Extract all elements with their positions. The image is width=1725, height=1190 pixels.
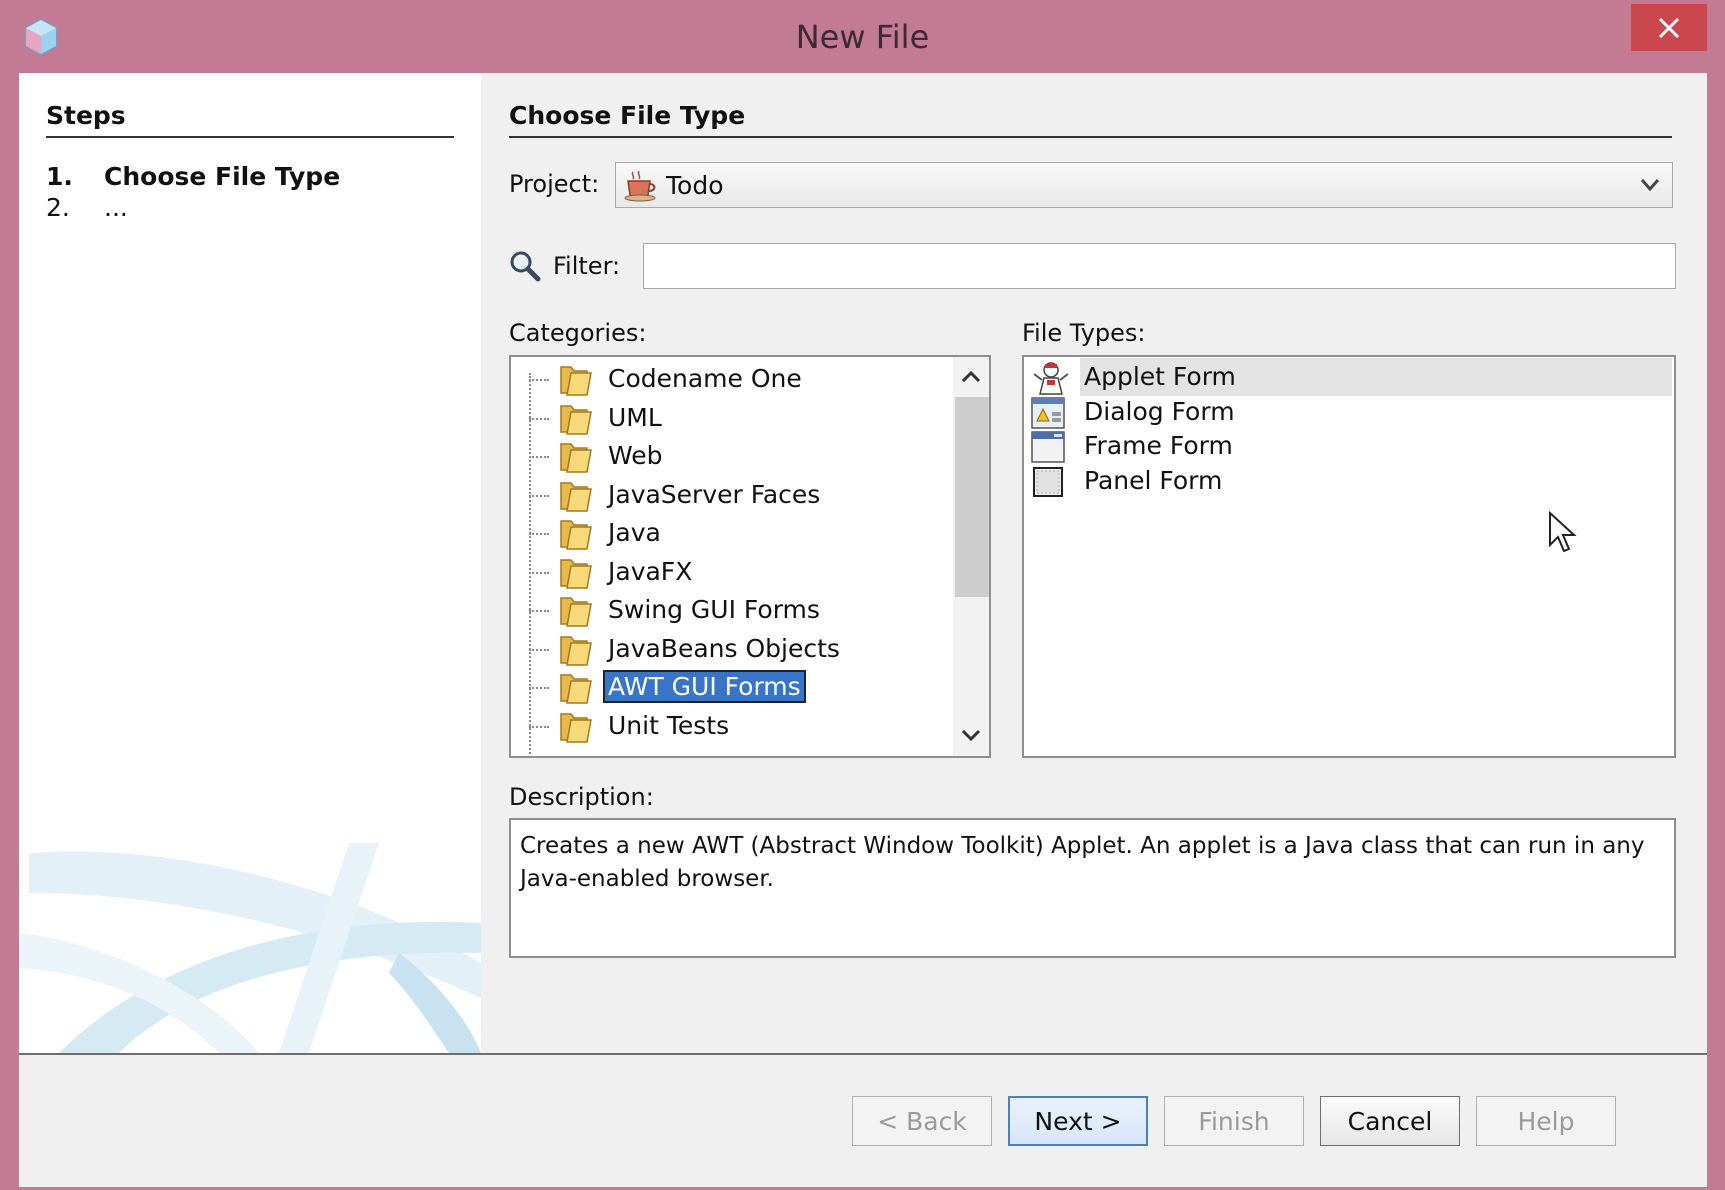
category-label: JavaFX [608, 556, 693, 586]
category-item[interactable]: JavaBeans Objects [511, 628, 951, 670]
window-title: New File [795, 18, 930, 56]
category-label: Unit Tests [608, 710, 730, 740]
file-type-item[interactable]: Applet Form [1026, 358, 1672, 396]
panel-icon [1028, 464, 1074, 504]
button-bar-divider [19, 1053, 1707, 1055]
category-item[interactable]: Java [511, 512, 951, 554]
tree-connector [529, 571, 549, 574]
category-item[interactable]: UML [511, 397, 951, 439]
cancel-button[interactable]: Cancel [1320, 1096, 1460, 1146]
category-item[interactable]: Swing GUI Forms [511, 589, 951, 631]
file-types-list[interactable]: Applet Form Dialog Form Frame Form Panel Fo… [1022, 355, 1676, 758]
project-dropdown[interactable]: Todo [615, 162, 1673, 208]
file-type-label: Frame Form [1084, 431, 1233, 460]
description-text: Creates a new AWT (Abstract Window Toolk… [509, 818, 1676, 958]
file-type-item[interactable]: Dialog Form [1026, 393, 1672, 431]
chevron-down-icon[interactable] [959, 723, 983, 747]
folder-icon [557, 438, 597, 478]
category-item[interactable]: AWT GUI Forms [511, 666, 951, 708]
category-label: Codename One [608, 364, 802, 393]
finish-button[interactable]: Finish [1164, 1096, 1304, 1146]
file-type-label: Dialog Form [1084, 396, 1235, 426]
category-item[interactable]: Codename One [511, 358, 951, 400]
chevron-down-icon [1640, 179, 1660, 192]
file-type-label: Panel Form [1084, 465, 1223, 495]
main-panel: Choose File Type Project: Todo Filter: C… [481, 73, 1707, 1053]
category-item[interactable]: Web [511, 435, 951, 477]
close-button[interactable] [1631, 4, 1707, 51]
project-value: Todo [666, 171, 724, 200]
file-types-label: File Types: [1022, 319, 1146, 347]
tree-connector [529, 648, 549, 651]
tree-connector [529, 610, 549, 612]
close-icon [1658, 17, 1680, 38]
title-bar: New File [0, 0, 1725, 72]
categories-label: Categories: [509, 319, 647, 347]
category-label: JavaServer Faces [608, 479, 821, 509]
folder-icon [557, 631, 597, 671]
step-number: 2. [46, 193, 70, 222]
dropdown-arrow[interactable] [1628, 163, 1672, 207]
coffee-cup-icon [624, 170, 656, 202]
page-title: Choose File Type [509, 101, 1672, 138]
step-label: Choose File Type [104, 162, 341, 191]
category-label: Web [608, 441, 663, 470]
tree-connector [529, 456, 549, 458]
scrollbar-thumb[interactable] [955, 397, 989, 597]
filter-input[interactable] [643, 243, 1676, 289]
tree-connector [529, 687, 549, 689]
step-1: 1. Choose File Type [46, 162, 340, 191]
file-type-item[interactable]: Panel Form [1026, 462, 1672, 500]
step-label: ... [104, 193, 128, 222]
category-label: JavaBeans Objects [608, 633, 840, 663]
new-file-dialog: New File Steps 1. Choose File Type 2.... … [0, 0, 1725, 1190]
steps-panel: Steps 1. Choose File Type 2.... [19, 73, 481, 1053]
category-label: Swing GUI Forms [608, 595, 820, 624]
folder-icon [557, 592, 597, 632]
search-icon [510, 251, 541, 282]
tree-connector [529, 725, 549, 728]
project-label: Project: [509, 170, 600, 198]
next-button[interactable]: Next > [1008, 1096, 1148, 1146]
mouse-cursor-icon [1549, 511, 1577, 553]
category-label: AWT GUI Forms [603, 670, 806, 703]
categories-tree[interactable]: Codename One UML Web JavaServer Faces Java Ja… [509, 355, 991, 758]
dialog-body: Steps 1. Choose File Type 2.... Choose Fi… [19, 73, 1707, 1187]
file-type-item[interactable]: Frame Form [1026, 427, 1672, 465]
help-button[interactable]: Help [1476, 1096, 1616, 1146]
tree-connector [529, 379, 549, 381]
filter-label: Filter: [553, 252, 621, 280]
description-label: Description: [509, 783, 654, 811]
folder-icon [557, 515, 597, 555]
category-item[interactable]: JavaServer Faces [511, 474, 951, 516]
chevron-up-icon[interactable] [959, 365, 983, 389]
categories-scrollbar[interactable] [953, 357, 989, 756]
category-label: UML [608, 402, 662, 432]
back-button[interactable]: < Back [852, 1096, 992, 1146]
folder-icon [557, 361, 597, 401]
file-type-label: Applet Form [1080, 358, 1672, 396]
category-item[interactable]: JavaFX [511, 551, 951, 593]
folder-icon [557, 554, 597, 594]
decorative-swoosh [19, 843, 481, 1053]
step-2: 2.... [46, 193, 128, 222]
folder-icon [557, 477, 597, 517]
category-label: Java [608, 518, 661, 547]
tree-connector [529, 533, 549, 535]
tree-connector [529, 494, 549, 497]
steps-heading: Steps [46, 101, 454, 138]
folder-icon [557, 708, 597, 748]
step-number: 1. [46, 162, 73, 191]
category-item[interactable]: Unit Tests [511, 705, 951, 747]
folder-icon [557, 400, 597, 440]
tree-connector [529, 417, 549, 420]
folder-icon [557, 669, 597, 709]
